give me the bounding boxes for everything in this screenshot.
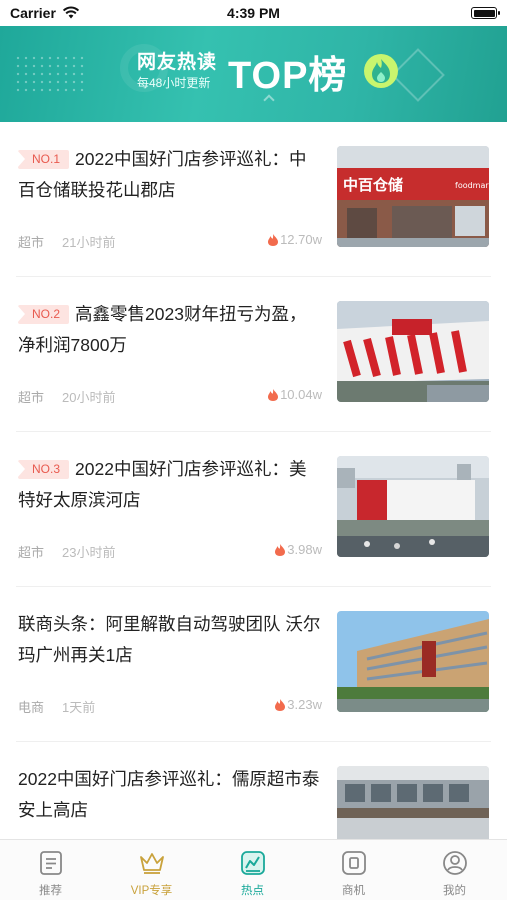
article-title[interactable]: 2022中国好门店参评巡礼：儒原超市泰安上高店	[18, 764, 323, 826]
trend-chart-icon	[240, 850, 266, 876]
svg-text:中百仓储: 中百仓储	[343, 176, 403, 194]
category-tag: 超市	[18, 235, 45, 250]
status-bar: Carrier 4:39 PM	[0, 0, 507, 26]
top-list-banner: 网友热读 每48小时更新 TOP榜	[0, 26, 507, 122]
bottom-tab-bar: 推荐 VIP专享 热点 商机 我的	[0, 839, 507, 900]
rank-badge: NO.3	[16, 460, 70, 479]
article-thumbnail[interactable]	[337, 456, 489, 557]
list-item[interactable]: NO.3 2022中国好门店参评巡礼：美特好太原滨河店 超市 23小时前 3.98…	[16, 432, 491, 587]
tab-mine[interactable]: 我的	[404, 840, 505, 900]
heat-count: 12.70w	[268, 232, 322, 249]
battery-icon	[471, 7, 500, 19]
time-ago: 20小时前	[62, 390, 116, 405]
list-item[interactable]: NO.1 2022中国好门店参评巡礼：中百仓储联投花山郡店 超市 21小时前 12…	[16, 122, 491, 277]
article-title[interactable]: NO.2 高鑫零售2023财年扭亏为盈，净利润7800万	[16, 299, 323, 361]
fire-icon	[268, 234, 279, 249]
tab-label: VIP专享	[130, 885, 173, 897]
clock: 4:39 PM	[227, 5, 280, 21]
article-title[interactable]: NO.1 2022中国好门店参评巡礼：中百仓储联投花山郡店	[16, 144, 323, 206]
heat-count: 3.23w	[275, 697, 322, 714]
fire-icon	[275, 544, 286, 559]
tab-label: 我的	[443, 885, 466, 897]
tab-business[interactable]: 商机	[303, 840, 404, 900]
banner-title: 网友热读	[137, 52, 218, 73]
article-meta: 电商 1天前 3.23w	[18, 697, 322, 715]
square-icon	[341, 850, 367, 876]
article-title[interactable]: 联商头条：阿里解散自动驾驶团队 沃尔玛广州再关1店	[18, 609, 323, 671]
heat-value: 3.98w	[287, 542, 322, 557]
banner-headline: TOP榜	[228, 55, 348, 97]
list-item[interactable]: NO.2 高鑫零售2023财年扭亏为盈，净利润7800万 超市 20小时前 10.…	[16, 277, 491, 432]
rank-badge: NO.2	[16, 305, 70, 324]
article-thumbnail[interactable]	[337, 301, 489, 402]
tab-hot[interactable]: 热点	[202, 840, 303, 900]
tab-label: 推荐	[39, 885, 62, 897]
crown-icon	[139, 850, 165, 876]
dot-pattern	[14, 54, 84, 94]
tab-label: 热点	[241, 885, 264, 897]
article-meta: 超市 21小时前 12.70w	[18, 232, 322, 250]
tab-label: 商机	[342, 885, 365, 897]
news-list: NO.1 2022中国好门店参评巡礼：中百仓储联投花山郡店 超市 21小时前 12…	[0, 122, 507, 897]
list-item[interactable]: 联商头条：阿里解散自动驾驶团队 沃尔玛广州再关1店 电商 1天前 3.23w	[16, 587, 491, 742]
article-meta: 超市 23小时前 3.98w	[18, 542, 322, 560]
fire-icon	[275, 699, 286, 714]
article-meta: 超市 20小时前 10.04w	[18, 387, 322, 405]
time-ago: 21小时前	[62, 235, 116, 250]
fire-icon	[268, 389, 279, 404]
tab-recommend[interactable]: 推荐	[0, 840, 101, 900]
article-thumbnail[interactable]: 中百仓储 foodmar	[337, 146, 489, 247]
user-icon	[442, 850, 468, 876]
heat-value: 3.23w	[287, 697, 322, 712]
rank-badge: NO.1	[16, 150, 70, 169]
article-title[interactable]: NO.3 2022中国好门店参评巡礼：美特好太原滨河店	[16, 454, 323, 516]
banner-subtitle: 每48小时更新	[137, 76, 211, 90]
heat-value: 10.04w	[280, 387, 322, 402]
heat-count: 10.04w	[268, 387, 322, 404]
svg-text:foodmar: foodmar	[455, 181, 489, 190]
category-tag: 超市	[18, 545, 45, 560]
article-title-text: 联商头条：阿里解散自动驾驶团队 沃尔玛广州再关1店	[18, 614, 321, 665]
article-title-text: 2022中国好门店参评巡礼：儒原超市泰安上高店	[18, 769, 320, 820]
article-thumbnail[interactable]	[337, 611, 489, 712]
category-tag: 电商	[18, 700, 45, 715]
heat-count: 3.98w	[275, 542, 322, 559]
time-ago: 23小时前	[62, 545, 116, 560]
tab-vip[interactable]: VIP专享	[101, 840, 202, 900]
flame-badge-icon	[360, 50, 402, 97]
time-ago: 1天前	[62, 700, 96, 715]
heat-value: 12.70w	[280, 232, 322, 247]
category-tag: 超市	[18, 390, 45, 405]
document-icon	[38, 850, 64, 876]
